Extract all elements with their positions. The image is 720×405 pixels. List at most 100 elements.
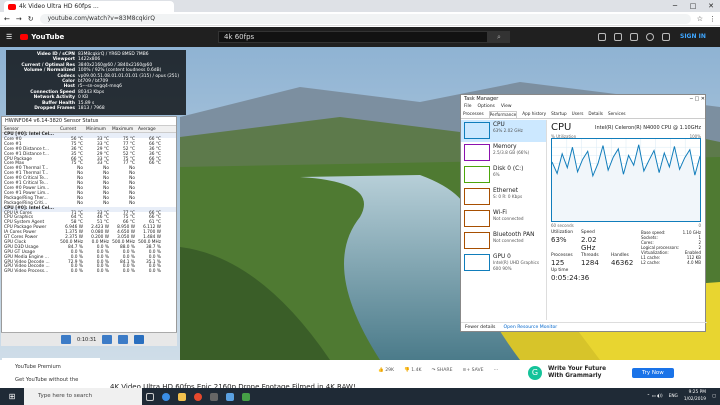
like-count: 29K [385, 368, 395, 373]
tm-resource-item[interactable]: Wi-Fi Not connected [461, 208, 546, 230]
tm-resource-item[interactable]: GPU 0 Intel(R) UHD Graphics 600 90% [461, 252, 546, 274]
tm-resource-item[interactable]: CPU 63% 2.02 GHz [461, 120, 546, 142]
processes-label: Processes [551, 253, 573, 258]
stats-key: Dropped Frames [34, 106, 75, 112]
taskbar-search[interactable]: Type here to search [24, 388, 142, 405]
search-input[interactable]: 4k 60fps [218, 31, 488, 43]
resource-thumbnail [464, 188, 490, 205]
reset-button[interactable] [61, 335, 71, 344]
tm-tab[interactable]: Processes [463, 111, 484, 118]
cpu-stats: Utilization Speed Base speed: 1.10 GHz Soc… [551, 230, 701, 282]
store-icon[interactable] [206, 388, 222, 405]
taskmgr-taskbar-icon[interactable] [238, 388, 254, 405]
tm-menu-bar: File Options View [461, 104, 705, 111]
share-button[interactable]: ↷ SHARE [432, 368, 453, 373]
tm-tab[interactable]: Performance [488, 111, 518, 118]
graph-bottom-right: 0 [698, 223, 701, 228]
notifications-tray-icon[interactable]: ▢ [712, 393, 716, 400]
hamburger-icon[interactable]: ☰ [6, 33, 12, 41]
stats-value: r5---sn-ovgq4-mnq6 [78, 84, 122, 90]
edge-icon[interactable] [158, 388, 174, 405]
tm-menu-item[interactable]: View [501, 104, 512, 111]
try-now-button[interactable]: Try Now [632, 367, 674, 378]
upload-icon[interactable] [598, 33, 606, 41]
search-button[interactable]: ⌕ [488, 31, 510, 43]
cpu-right-stats: Base speed: 1.10 GHz Sockets: 1 Cores: 2 Logic… [641, 230, 701, 282]
premium-link[interactable]: YouTube Premium [15, 361, 87, 374]
hwinfo-window: HWiNFO64 v6.14-3820 Sensor Status Sensor… [1, 116, 177, 346]
hwinfo-cell: 0.0 % [70, 269, 83, 275]
tm-footer: Fewer details Open Resource Monitor [461, 322, 707, 332]
messages-icon[interactable] [630, 33, 638, 41]
task-view-icon[interactable] [142, 388, 158, 405]
sign-in-button[interactable]: SIGN IN [680, 33, 706, 40]
star-icon[interactable]: ☆ [697, 15, 703, 23]
maximize-button[interactable]: □ [684, 0, 702, 12]
tm-menu-item[interactable]: File [464, 104, 472, 111]
hwinfo-cell: GPU Video Process... [4, 269, 49, 275]
language-indicator[interactable]: ENG [669, 393, 678, 400]
stats-value: 1813 / 7968 [78, 106, 105, 112]
tm-resource-item[interactable]: Disk 0 (C:) 6% [461, 164, 546, 186]
reload-icon[interactable]: ↻ [28, 15, 34, 23]
fewer-details-link[interactable]: Fewer details [465, 325, 495, 330]
tray-icons[interactable]: ⌃ ▭ ◖)) [647, 393, 663, 400]
hwinfo-cell: 0.0 % [148, 269, 161, 275]
tm-tab[interactable]: Services [608, 111, 626, 118]
forward-icon[interactable]: → [16, 15, 22, 23]
hwinfo-col-header[interactable]: Minimum [86, 126, 112, 133]
tm-tab[interactable]: Users [572, 111, 584, 118]
tm-window-controls[interactable]: ─ □ ✕ [690, 95, 705, 104]
notifications-icon[interactable] [646, 33, 654, 41]
settings-icon[interactable] [662, 33, 670, 41]
resource-status: Not connected [493, 216, 524, 221]
save-button[interactable]: ≡+ SAVE [462, 368, 483, 373]
ad-line-1: Write Your Future [548, 365, 606, 372]
open-resource-monitor-link[interactable]: Open Resource Monitor [503, 325, 557, 330]
close-hwinfo-button[interactable] [134, 335, 145, 344]
stats-value: 100% / 92% (content loudness 0.6dB) [78, 68, 162, 74]
start-button-icon[interactable]: ⊞ [0, 392, 24, 401]
hwinfo-sensor-row[interactable]: GPU Video Process... 0.0 % 0.0 % 0.0 % 0.0 % [2, 269, 176, 275]
hwinfo-col-header[interactable]: Current [60, 126, 86, 133]
tm-menu-item[interactable]: Options [478, 104, 495, 111]
stats-for-nerds-panel: Video ID / sCPN 83M8cqkirQ / YR6D 8MSD 7M… [6, 50, 186, 115]
stats-value: 15.89 s [78, 100, 95, 106]
apps-icon[interactable] [614, 33, 622, 41]
tm-tab[interactable]: Startup [551, 111, 567, 118]
tm-tab[interactable]: Details [588, 111, 603, 118]
clock-date: 1/02/2019 [683, 397, 706, 402]
hwinfo-cell: 0.0 % [96, 269, 109, 275]
back-icon[interactable]: ← [4, 15, 10, 23]
close-button[interactable]: ✕ [702, 0, 720, 12]
chrome-icon[interactable] [190, 388, 206, 405]
cpu-utilization-graph [551, 138, 701, 222]
ad-banner[interactable]: G Write Your Future With Grammarly Try No… [528, 360, 716, 385]
clock[interactable]: 9:25 PM 1/02/2019 [684, 389, 706, 403]
tm-tab[interactable]: App history [522, 111, 546, 118]
settings-button[interactable] [118, 335, 129, 344]
tm-resource-item[interactable]: Bluetooth PAN Not connected [461, 230, 546, 252]
url-field[interactable]: youtube.com/watch?v=83M8cqkirQ [39, 13, 691, 24]
cpu-spec-row: L2 cache: 4.0 MB [641, 260, 701, 265]
hwinfo-col-header[interactable]: Average [138, 126, 164, 133]
handles-label: Handles [611, 253, 629, 258]
more-icon[interactable]: ⋯ [494, 368, 499, 373]
tm-resource-item[interactable]: Ethernet S: 0 R: 0 Kbps [461, 186, 546, 208]
system-tray: ⌃ ▭ ◖)) ENG 9:25 PM 1/02/2019 ▢ [647, 389, 716, 403]
menu-icon[interactable]: ⋮ [709, 15, 716, 23]
youtube-logo[interactable]: YouTube [20, 33, 64, 41]
hwinfo-taskbar-icon[interactable] [222, 388, 238, 405]
resource-thumbnail [464, 122, 490, 139]
dislike-button[interactable]: 👎 1.4K [404, 368, 422, 373]
explorer-icon[interactable] [174, 388, 190, 405]
minimize-button[interactable]: ─ [666, 0, 684, 12]
log-button[interactable] [102, 335, 113, 344]
hwinfo-col-header[interactable]: Maximum [112, 126, 138, 133]
task-manager-title: Task Manager [464, 96, 499, 102]
resource-status: 6% [493, 172, 500, 177]
tm-resource-list: CPU 63% 2.02 GHz Memory 2.5/3.8 GB (66%) Dis… [461, 120, 547, 320]
like-button[interactable]: 👍 29K [378, 368, 394, 373]
tm-resource-item[interactable]: Memory 2.5/3.8 GB (66%) [461, 142, 546, 164]
browser-tab[interactable]: 4k Video Ultra HD 60fps ... [4, 1, 174, 12]
